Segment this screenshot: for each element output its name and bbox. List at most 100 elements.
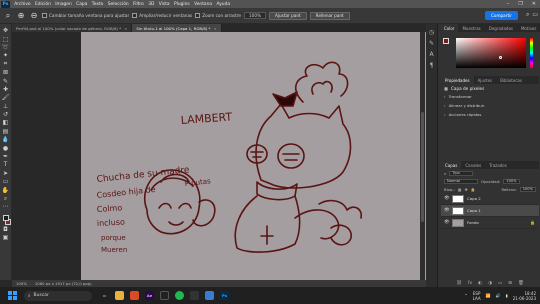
checkbox-box[interactable] — [195, 13, 201, 18]
tab-adjustments[interactable]: Ajustes — [474, 76, 497, 84]
resize-windows-checkbox[interactable]: Cambiar tamaño ventana para ajustar — [42, 13, 129, 18]
stamp-tool-icon[interactable]: ⊥ — [1, 103, 10, 110]
lock-all-icon[interactable]: 🔒 — [471, 187, 476, 192]
zoom-in-icon[interactable]: ⊕ — [16, 11, 26, 21]
layer-row[interactable]: 👁 Capa 1 — [441, 205, 539, 217]
tab-swatches[interactable]: Muestras — [458, 24, 484, 32]
scrollbar-thumb[interactable] — [421, 112, 424, 222]
eye-icon[interactable]: 👁 — [444, 208, 450, 213]
clock[interactable]: 18:42 21-06-2023 — [513, 291, 536, 301]
tab-paths[interactable]: Trazados — [485, 161, 511, 169]
vertical-scrollbar[interactable] — [420, 32, 425, 280]
eraser-tool-icon[interactable]: ◧ — [1, 119, 10, 126]
close-tab-icon[interactable]: × — [214, 26, 217, 31]
menu-imagen[interactable]: Imagen — [53, 2, 74, 7]
color-foreground-swatch[interactable] — [443, 38, 449, 44]
menu-seleccion[interactable]: Selección — [106, 2, 131, 7]
hand-tool-icon[interactable]: ✋ — [1, 186, 10, 194]
windows-start-icon[interactable] — [6, 290, 18, 302]
layer-row[interactable]: 👁 Fondo 🔒 — [441, 217, 539, 229]
more-tools-icon[interactable]: ⋯ — [1, 203, 10, 210]
close-tab-icon[interactable]: × — [124, 26, 127, 31]
search-icon[interactable]: ⌕ — [526, 11, 529, 19]
menu-filtro[interactable]: Filtro — [131, 2, 146, 7]
color-picker[interactable] — [441, 36, 539, 74]
volume-icon[interactable]: 🔊 — [496, 293, 501, 298]
character-icon[interactable]: A — [429, 51, 433, 58]
layer-name[interactable]: Capa 2 — [467, 196, 481, 201]
hue-slider[interactable] — [530, 38, 533, 68]
menu-plugins[interactable]: Plugins — [172, 2, 192, 7]
trash-icon[interactable]: 🗑 — [518, 281, 524, 286]
menu-capa[interactable]: Capa — [74, 2, 90, 7]
properties-align[interactable]: › Alinear y distribuir — [441, 101, 539, 110]
maximize-icon[interactable]: ❐ — [518, 1, 522, 7]
lasso-tool-icon[interactable]: ➰ — [1, 44, 10, 51]
history-brush-tool-icon[interactable]: ↺ — [1, 111, 10, 118]
eye-icon[interactable]: 👁 — [444, 220, 450, 225]
app-icon[interactable] — [190, 291, 199, 300]
checkbox-box[interactable] — [132, 13, 138, 18]
workspace-icon[interactable]: ▭ — [532, 11, 538, 19]
menu-ayuda[interactable]: Ayuda — [214, 2, 232, 7]
pen-tool-icon[interactable]: ✒ — [1, 153, 10, 160]
taskbar-search[interactable]: ⌕ Buscar — [24, 290, 92, 301]
checkbox-box[interactable] — [42, 13, 47, 18]
eye-icon[interactable]: 👁 — [444, 196, 450, 201]
eyedropper-tool-icon[interactable]: ✎ — [1, 77, 10, 85]
battery-icon[interactable]: ▮ — [506, 293, 508, 298]
zoom-percent-field[interactable]: 100% — [244, 12, 266, 19]
photoshop-icon[interactable]: Ps — [220, 291, 229, 300]
type-tool-icon[interactable]: T — [1, 161, 10, 168]
brush-settings-icon[interactable]: ✎ — [429, 40, 434, 47]
adjustment-icon[interactable]: ◑ — [488, 281, 492, 286]
menu-texto[interactable]: Texto — [90, 2, 106, 7]
file-explorer-icon[interactable] — [115, 291, 124, 300]
zoom-all-windows-checkbox[interactable]: Ampliar/reducir ventanas — [132, 13, 192, 18]
mask-icon[interactable]: ◐ — [478, 281, 482, 286]
shape-tool-icon[interactable]: ▭ — [1, 178, 10, 185]
magic-wand-tool-icon[interactable]: ✦ — [1, 52, 10, 59]
tab-channels[interactable]: Canales — [461, 161, 485, 169]
scrubby-zoom-checkbox[interactable]: Zoom con arrastre — [195, 13, 241, 18]
fill-field[interactable]: 100% — [519, 186, 536, 192]
task-view-icon[interactable]: ▭ — [100, 291, 109, 300]
menu-vista[interactable]: Vista — [157, 2, 172, 7]
wifi-icon[interactable]: 📶 — [486, 293, 491, 298]
layer-name[interactable]: Capa 1 — [467, 208, 481, 213]
close-icon[interactable]: ✕ — [532, 1, 536, 7]
photoshop-logo-icon[interactable]: Ps — [1, 0, 10, 8]
tab-properties[interactable]: Propiedades — [441, 76, 474, 84]
chevron-up-icon[interactable]: ⌃ — [464, 293, 467, 298]
screen-mode-icon[interactable]: ▣ — [1, 234, 10, 241]
layer-filter-select[interactable]: Tipo — [449, 170, 474, 176]
tab-libraries[interactable]: Bibliotecas — [496, 76, 526, 84]
tab-layers[interactable]: Capas — [441, 161, 462, 169]
menu-ventana[interactable]: Ventana — [192, 2, 214, 7]
lock-pixels-icon[interactable]: ▩ — [458, 187, 462, 192]
history-icon[interactable]: ◷ — [429, 29, 434, 36]
new-layer-icon[interactable]: ⊞ — [508, 281, 512, 286]
menu-edicion[interactable]: Edición — [33, 2, 53, 7]
layer-row[interactable]: 👁 Capa 2 — [441, 193, 539, 205]
crop-tool-icon[interactable]: ⌗ — [1, 60, 10, 68]
zoom-out-icon[interactable]: ⊖ — [29, 11, 39, 21]
properties-quick-actions[interactable]: › Acciones rápidas — [441, 110, 539, 119]
layer-name[interactable]: Fondo — [467, 220, 479, 225]
spotify-icon[interactable] — [175, 291, 184, 300]
opacity-field[interactable]: 100% — [503, 178, 520, 184]
app-icon[interactable] — [160, 291, 169, 300]
lang-indicator[interactable]: ESP LAA — [473, 291, 481, 301]
paragraph-icon[interactable]: ¶ — [430, 62, 434, 69]
foreground-color-swatch[interactable] — [2, 214, 9, 221]
fx-icon[interactable]: fx — [468, 281, 472, 286]
brush-tool-icon[interactable]: 🖌 — [1, 94, 10, 101]
blur-tool-icon[interactable]: 💧 — [1, 136, 10, 143]
fit-screen-button[interactable]: Ajustar pant — [268, 11, 307, 20]
canvas[interactable]: LAMBERT Chucha de su madre Cosdeo hija d… — [81, 32, 426, 280]
zoom-tool-icon[interactable]: ⌕ — [1, 195, 10, 202]
link-layers-icon[interactable]: ⛓ — [456, 281, 462, 286]
tab-gradients[interactable]: Degradados — [485, 24, 517, 32]
zoom-tool-icon[interactable]: ⌕ — [3, 11, 13, 21]
color-field[interactable] — [456, 38, 526, 68]
